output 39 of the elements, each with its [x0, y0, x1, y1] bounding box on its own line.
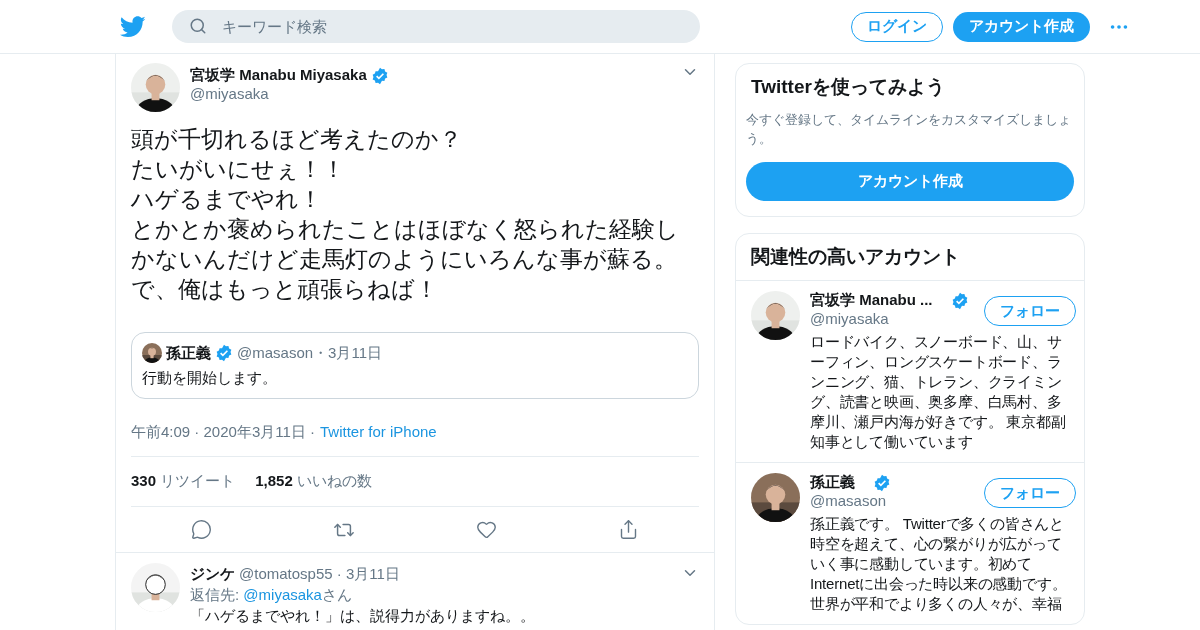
- reply-author-name[interactable]: ジンケ: [190, 563, 235, 584]
- tweet-text-line: で、俺はもっと頑張らねば！: [131, 275, 439, 304]
- author-name[interactable]: 宮坂学 Manabu Miyasaka: [190, 66, 367, 85]
- timestamp: 午前4:09 · 2020年3月11日 ·: [131, 423, 315, 442]
- reply-icon[interactable]: [191, 519, 213, 541]
- bird-logo-icon[interactable]: [120, 15, 146, 38]
- quoted-handle-date: @masason・3月11日: [237, 343, 382, 363]
- reply-text: 「ハゲるまでやれ！」は、説得力がありますね。。: [190, 606, 536, 626]
- tweet-text-line: ハゲるまでやれ！: [131, 185, 323, 214]
- mention-link[interactable]: @miyasaka: [243, 586, 322, 603]
- tweet-text-line: たいがいにせぇ！！: [131, 155, 346, 184]
- stat-count[interactable]: 330 リツイート: [131, 472, 236, 491]
- quoted-text: 行動を開始します。: [142, 369, 278, 388]
- tweet-text-line: とかとか褒められたことはほぼなく怒られた経験しかないんだけど走馬灯のようにいろんな事が蘇る。: [131, 215, 679, 274]
- card-description: 今すぐ登録して、タイムラインをカスタマイズしましょう。: [745, 111, 1072, 148]
- reply-to-line: 返信先: @miyasakaさん: [190, 585, 353, 605]
- author-handle[interactable]: @miyasaka: [190, 85, 671, 102]
- quoted-author-name: 孫正義: [166, 343, 211, 363]
- login-button[interactable]: ログイン: [851, 11, 943, 42]
- signup-button[interactable]: アカウント作成: [953, 11, 1090, 42]
- account-name[interactable]: 宮坂学 Manabu ...: [810, 291, 933, 310]
- follow-button[interactable]: フォロー: [984, 478, 1076, 508]
- card-title: Twitterを使ってみよう: [750, 75, 946, 99]
- source-link[interactable]: Twitter for iPhone: [320, 423, 437, 442]
- account-handle[interactable]: @masason: [810, 492, 887, 509]
- account-bio: 孫正義です。 Twitterで多くの皆さんと時空を超えて、心の繋がりが広がっていく事に感動しています。初めてInternetに出会った時以来の感動です。世界が平和でより多くの人々が、幸福: [810, 514, 1068, 614]
- reply-handle-date: @tomatosp55 · 3月11日: [239, 564, 400, 584]
- signup-button[interactable]: アカウント作成: [746, 162, 1074, 201]
- search-icon: [189, 17, 207, 35]
- card-title: 関連性の高いアカウント: [750, 245, 961, 269]
- search-field[interactable]: キーワード検索: [172, 10, 700, 43]
- stat-count[interactable]: 1,852 いいねの数: [255, 472, 372, 491]
- account-bio: ロードバイク、スノーボード、山、サーフィン、ロングスケートボード、ランニング、猫、トレラン、クライミング、読書と映画、奥多摩、白馬村、多摩川、瀬戸内海が好きです。 東京都副知事として働いています: [810, 332, 1067, 452]
- quoted-tweet[interactable]: 孫正義 @masason・3月11日 行動を開始します。: [131, 332, 699, 399]
- heart-icon[interactable]: [475, 519, 497, 541]
- tweet-text-line: 頭が千切れるほど考えたのか？: [131, 125, 463, 154]
- account-handle[interactable]: @miyasaka: [810, 310, 889, 327]
- follow-button[interactable]: フォロー: [984, 296, 1076, 326]
- account-name[interactable]: 孫正義: [810, 473, 855, 492]
